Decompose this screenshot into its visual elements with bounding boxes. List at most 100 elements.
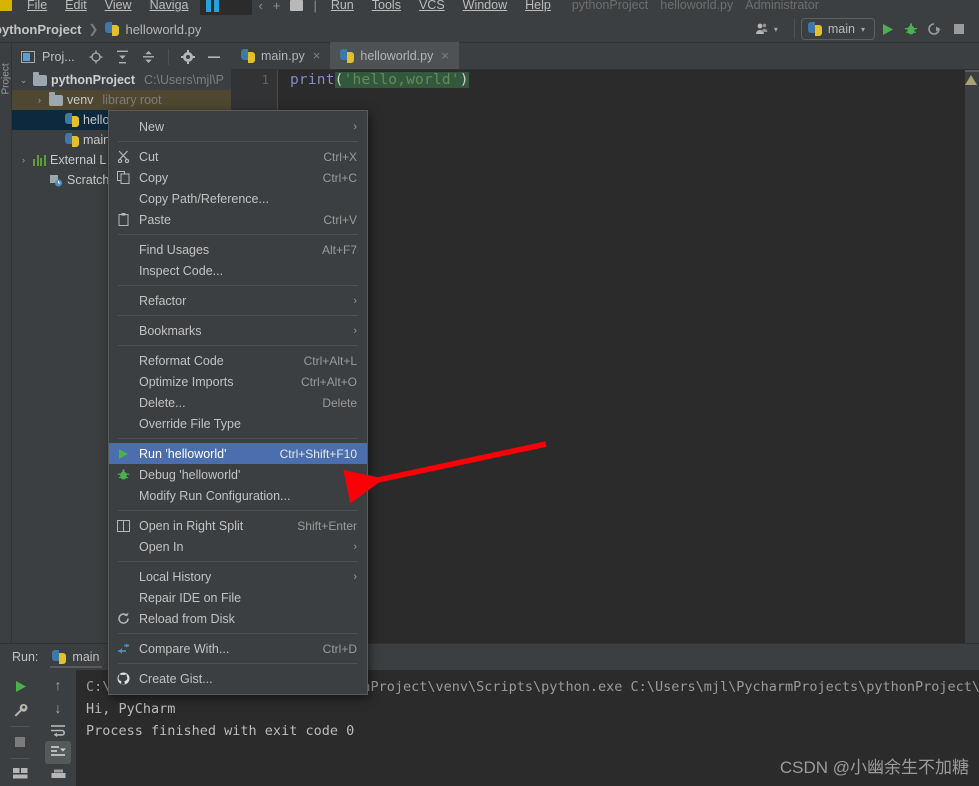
tree-item-label: venv bbox=[67, 93, 94, 107]
window-title-project: pythonProject bbox=[571, 0, 649, 12]
tab-main-py[interactable]: main.py × bbox=[231, 42, 330, 69]
tree-item-venv[interactable]: › venv library root bbox=[12, 90, 231, 110]
menu-item-override-file-type[interactable]: Override File Type bbox=[109, 413, 367, 434]
menu-item-paste[interactable]: Paste Ctrl+V bbox=[109, 209, 367, 230]
menu-item-open-in-right-split[interactable]: Open in Right Split Shift+Enter bbox=[109, 515, 367, 536]
hide-icon[interactable] bbox=[207, 49, 222, 64]
tree-item-pythonProject[interactable]: ⌄ pythonProject C:\Users\mjl\P bbox=[12, 70, 231, 90]
debug-icon bbox=[117, 468, 139, 481]
down-arrow-icon[interactable]: ↓ bbox=[45, 696, 71, 718]
menu-item-inspect-code[interactable]: Inspect Code... bbox=[109, 260, 367, 281]
menu-window[interactable]: Window bbox=[454, 0, 516, 16]
menu-item-open-in[interactable]: Open In › bbox=[109, 536, 367, 557]
menu-view[interactable]: View bbox=[96, 0, 141, 16]
add-icon[interactable]: + bbox=[268, 0, 286, 13]
menu-item-find-usages[interactable]: Find Usages Alt+F7 bbox=[109, 239, 367, 260]
menu-item-cut[interactable]: Cut Ctrl+X bbox=[109, 146, 367, 167]
close-icon[interactable]: × bbox=[441, 48, 449, 63]
stop-icon[interactable] bbox=[7, 730, 33, 755]
code-string: 'hello,world' bbox=[343, 72, 460, 88]
menu-separator bbox=[118, 285, 358, 286]
menu-item-reload-from-disk[interactable]: Reload from Disk bbox=[109, 608, 367, 629]
expand-all-icon[interactable] bbox=[115, 49, 130, 64]
menu-item-compare-with[interactable]: Compare With... Ctrl+D bbox=[109, 638, 367, 659]
menu-item-local-history[interactable]: Local History › bbox=[109, 566, 367, 587]
menu-item-modify-run-configuration[interactable]: Modify Run Configuration... bbox=[109, 485, 367, 506]
window-square-icon[interactable] bbox=[290, 0, 304, 11]
run-button[interactable] bbox=[875, 18, 899, 40]
menu-item-label: Repair IDE on File bbox=[139, 590, 242, 605]
breadcrumb-bar: pythonProject ❯ helloworld.py ▾ main ▾ bbox=[0, 16, 979, 43]
soft-wrap-icon[interactable] bbox=[45, 719, 71, 741]
console-line: Process finished with exit code 0 bbox=[86, 723, 355, 739]
menu-item-optimize-imports[interactable]: Optimize Imports Ctrl+Alt+O bbox=[109, 371, 367, 392]
menu-item-label: Compare With... bbox=[139, 641, 230, 656]
chevron-down-icon[interactable]: ⌄ bbox=[18, 75, 29, 86]
menu-item-shortcut: Delete bbox=[322, 395, 357, 410]
chevron-right-icon: › bbox=[353, 120, 357, 133]
menu-tools[interactable]: Tools bbox=[363, 0, 410, 16]
menu-item-label: Optimize Imports bbox=[139, 374, 234, 389]
menu-item-reformat-code[interactable]: Reformat Code Ctrl+Alt+L bbox=[109, 350, 367, 371]
menu-item-label: Refactor bbox=[139, 293, 187, 308]
tree-item-meta: C:\Users\mjl\P bbox=[144, 73, 224, 87]
menu-file[interactable]: File bbox=[18, 0, 56, 16]
menu-item-refactor[interactable]: Refactor › bbox=[109, 290, 367, 311]
menu-item-create-gist[interactable]: Create Gist... bbox=[109, 668, 367, 689]
rerun-icon[interactable] bbox=[7, 674, 33, 699]
code-function: print bbox=[290, 72, 335, 88]
close-icon[interactable]: × bbox=[313, 48, 321, 63]
editor-tab-bar: main.py × helloworld.py × bbox=[231, 42, 979, 70]
menu-item-bookmarks[interactable]: Bookmarks › bbox=[109, 320, 367, 341]
menu-item-label: Run 'helloworld' bbox=[139, 446, 227, 461]
run-tab-main[interactable]: main bbox=[46, 644, 105, 670]
user-settings-icon[interactable]: ▾ bbox=[745, 22, 788, 36]
print-icon[interactable] bbox=[45, 764, 71, 786]
chevron-right-icon[interactable]: › bbox=[34, 95, 45, 105]
menu-item-repair-ide-on-file[interactable]: Repair IDE on File bbox=[109, 587, 367, 608]
menu-item-copy-path-reference[interactable]: Copy Path/Reference... bbox=[109, 188, 367, 209]
menu-help[interactable]: Help bbox=[516, 0, 560, 16]
locate-icon[interactable] bbox=[89, 49, 104, 64]
menu-item-label: Override File Type bbox=[139, 416, 241, 431]
menu-navigate[interactable]: Naviga bbox=[141, 0, 198, 16]
stop-button[interactable] bbox=[947, 18, 971, 40]
debug-button[interactable] bbox=[899, 18, 923, 40]
code-editor[interactable]: print('hello,world') bbox=[278, 70, 979, 643]
collapse-all-icon[interactable] bbox=[141, 49, 156, 64]
menu-run[interactable]: Run bbox=[322, 0, 363, 16]
menu-item-label: Reload from Disk bbox=[139, 611, 235, 626]
toolbar-divider bbox=[10, 757, 30, 759]
warning-triangle-icon[interactable] bbox=[965, 75, 977, 85]
breadcrumb-file[interactable]: helloworld.py bbox=[125, 22, 201, 37]
project-window-icon bbox=[20, 49, 35, 64]
python-file-icon bbox=[807, 22, 822, 36]
menu-item-debug-helloworld[interactable]: Debug 'helloworld' bbox=[109, 464, 367, 485]
run-with-coverage-button[interactable] bbox=[923, 18, 947, 40]
menu-item-run-helloworld[interactable]: Run 'helloworld' Ctrl+Shift+F10 bbox=[109, 443, 367, 464]
menu-edit[interactable]: Edit bbox=[56, 0, 96, 16]
breadcrumb-separator: ❯ bbox=[88, 22, 99, 36]
chevron-down-icon: ▾ bbox=[773, 24, 778, 34]
scroll-to-end-icon[interactable] bbox=[45, 741, 71, 764]
code-line-1: print('hello,world') bbox=[278, 70, 979, 88]
menu-item-delete[interactable]: Delete... Delete bbox=[109, 392, 367, 413]
file-context-menu[interactable]: New › Cut Ctrl+X Copy Ctrl+C Copy Path/R… bbox=[108, 110, 368, 695]
run-configuration-selector[interactable]: main ▾ bbox=[800, 18, 875, 40]
scrollbar-thumb[interactable] bbox=[965, 70, 979, 72]
menu-item-copy[interactable]: Copy Ctrl+C bbox=[109, 167, 367, 188]
tab-helloworld-py[interactable]: helloworld.py × bbox=[330, 42, 459, 69]
menu-separator bbox=[118, 510, 358, 511]
wrench-icon[interactable] bbox=[7, 699, 33, 724]
strip-label-project[interactable]: Project bbox=[1, 55, 12, 94]
editor-inspection-strip[interactable] bbox=[965, 70, 979, 643]
menu-item-new[interactable]: New › bbox=[109, 116, 367, 137]
up-arrow-icon[interactable]: ↑ bbox=[45, 674, 71, 696]
breadcrumb-project[interactable]: pythonProject bbox=[0, 22, 81, 37]
back-icon[interactable]: ‹ bbox=[254, 0, 268, 13]
menu-vcs[interactable]: VCS bbox=[410, 0, 454, 16]
layout-icon[interactable] bbox=[7, 761, 33, 786]
chevron-right-icon[interactable]: › bbox=[18, 155, 29, 165]
run-tab-label: main bbox=[72, 650, 100, 664]
settings-gear-icon[interactable] bbox=[181, 49, 196, 64]
